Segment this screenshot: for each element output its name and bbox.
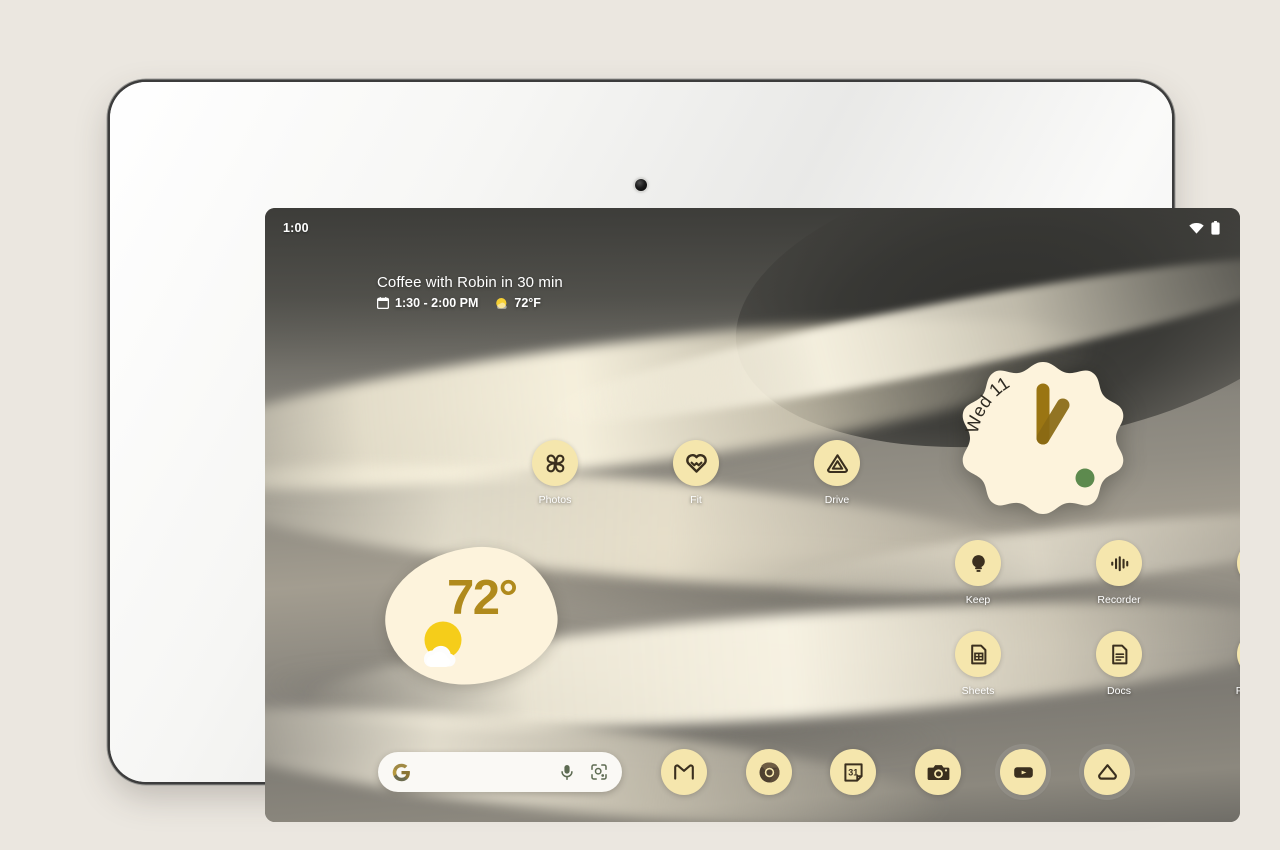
dock-app-camera[interactable] [915,749,961,795]
search-input[interactable] [411,764,558,780]
app-icon-drive[interactable]: Drive [799,440,875,506]
weather-temperature: 72° [447,571,518,625]
at-a-glance-time: 1:30 - 2:00 PM [395,296,479,310]
app-label-play-store: Play Store [1235,685,1240,697]
dock-app-home[interactable] [1084,749,1130,795]
at-a-glance-widget[interactable]: Coffee with Robin in 30 min 1:30 - 2:00 … [377,274,563,310]
play-store-icon[interactable] [1237,631,1240,677]
status-bar-clock: 1:00 [283,221,309,235]
gmail-icon [672,760,696,784]
app-label-keep: Keep [965,594,991,606]
app-icon-docs[interactable]: Docs [1081,631,1157,697]
youtube-icon [1011,760,1036,785]
sun-behind-cloud-icon [417,618,469,670]
keep-bulb-icon[interactable] [955,540,1001,586]
sheets-icon[interactable] [955,631,1001,677]
chrome-icon [757,760,782,785]
app-label-docs: Docs [1107,685,1131,697]
sun-icon [495,297,508,310]
clock-widget[interactable]: Wed 11 [957,356,1129,526]
google-home-icon [1095,760,1120,785]
app-icon-safety[interactable]: Safety [1222,540,1240,606]
google-g-icon [392,763,411,782]
google-lens-icon[interactable] [590,763,608,781]
weather-widget[interactable]: 72° [378,539,564,693]
microphone-icon[interactable] [558,763,576,781]
dock-app-gmail[interactable] [661,749,707,795]
app-icon-play-store[interactable]: Play Store [1222,631,1240,697]
camera-icon [926,760,951,785]
at-a-glance-title: Coffee with Robin in 30 min [377,274,563,291]
app-label-fit: Fit [690,494,702,506]
app-icon-photos[interactable]: Photos [517,440,593,506]
photos-pinwheel-icon[interactable] [532,440,578,486]
recorder-waveform-icon[interactable] [1096,540,1142,586]
tablet-screen: 1:00 Coffee with Robin in 30 min 1:30 - … [265,208,1240,822]
clock-status-dot [1075,468,1095,488]
app-icon-fit[interactable]: Fit [658,440,734,506]
search-bar[interactable] [378,752,622,792]
status-bar: 1:00 [265,208,1240,248]
safety-asterisk-icon[interactable] [1237,540,1240,586]
app-label-drive: Drive [824,494,850,506]
drive-triangle-icon[interactable] [814,440,860,486]
app-label-photos: Photos [538,494,572,506]
docs-icon[interactable] [1096,631,1142,677]
app-label-recorder: Recorder [1097,594,1141,606]
app-icon-keep[interactable]: Keep [940,540,1016,606]
dock: 31 [265,746,1240,798]
calendar-icon [377,297,389,309]
dock-app-chrome[interactable] [746,749,792,795]
tablet-device: 1:00 Coffee with Robin in 30 min 1:30 - … [110,82,1240,822]
app-label-sheets: Sheets [961,685,995,697]
status-bar-icons [1189,221,1220,235]
battery-icon [1211,221,1220,235]
fit-heart-icon[interactable] [673,440,719,486]
app-icon-recorder[interactable]: Recorder [1081,540,1157,606]
wifi-icon [1189,222,1204,234]
svg-text:31: 31 [848,767,858,777]
at-a-glance-details: 1:30 - 2:00 PM 72°F [377,296,563,310]
at-a-glance-temperature: 72°F [514,296,541,310]
app-icon-sheets[interactable]: Sheets [940,631,1016,697]
calendar-31-icon: 31 [841,760,866,785]
dock-app-youtube[interactable] [1000,749,1046,795]
dock-app-calendar[interactable]: 31 [830,749,876,795]
front-camera-icon [635,179,647,191]
